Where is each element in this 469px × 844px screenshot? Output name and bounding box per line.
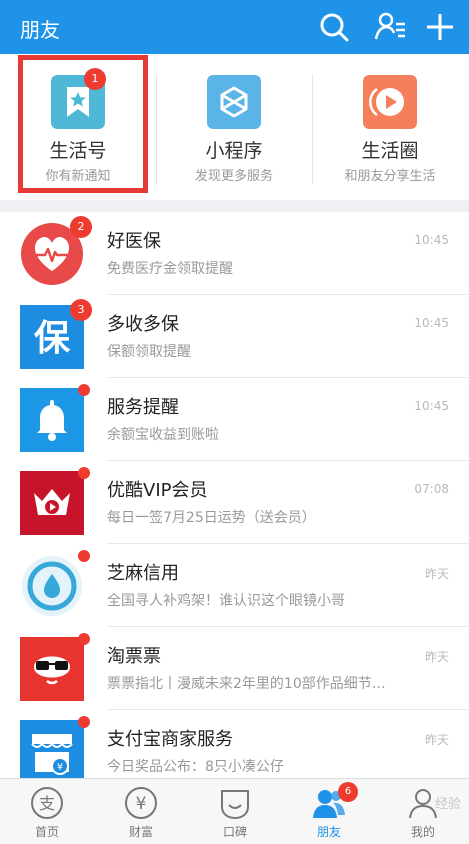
list-item[interactable]: 保 3 多收多保 保额领取提醒 10:45 bbox=[0, 295, 469, 378]
unread-dot bbox=[78, 716, 90, 728]
message-preview: 每日一签7月25日运势（送会员） bbox=[107, 510, 316, 526]
unread-dot bbox=[78, 467, 90, 479]
highlight-box bbox=[18, 55, 148, 193]
page-title: 朋友 bbox=[20, 18, 60, 42]
message-title: 好医保 bbox=[107, 231, 161, 252]
koubei-icon bbox=[221, 790, 249, 820]
play-circle-icon bbox=[363, 75, 417, 129]
alipay-home-icon: 支 bbox=[31, 787, 63, 819]
search-icon[interactable] bbox=[316, 9, 352, 45]
message-title: 芝麻信用 bbox=[107, 563, 179, 584]
top-bar: 朋友 bbox=[0, 0, 469, 54]
watermark: 经验 bbox=[434, 797, 461, 812]
unread-dot bbox=[78, 633, 90, 645]
list-item[interactable]: ¥ 支付宝商家服务 今日奖品公布：8只小凑公仔 昨天 bbox=[0, 710, 469, 778]
unread-badge: 6 bbox=[338, 782, 358, 802]
message-preview: 免费医疗金领取提醒 bbox=[107, 261, 233, 277]
unread-dot bbox=[78, 550, 90, 562]
mini-program-icon bbox=[207, 75, 261, 129]
add-icon[interactable] bbox=[422, 9, 458, 45]
yuan-icon: ¥ bbox=[125, 787, 157, 819]
tab-label: 口碑 bbox=[222, 825, 247, 839]
message-title: 优酷VIP会员 bbox=[107, 480, 208, 501]
section-gap bbox=[0, 200, 469, 212]
message-time: 10:45 bbox=[414, 399, 449, 413]
message-title: 支付宝商家服务 bbox=[107, 729, 233, 750]
tab-home[interactable]: 支 首页 bbox=[0, 779, 94, 844]
unread-dot bbox=[78, 384, 90, 396]
svg-text:¥: ¥ bbox=[136, 794, 147, 814]
tab-wealth[interactable]: ¥ 财富 bbox=[94, 779, 188, 844]
tab-label: 首页 bbox=[34, 825, 59, 839]
tab-label: 我的 bbox=[410, 825, 435, 839]
bottom-tab-bar: 支 首页 ¥ 财富 口碑 6 朋友 我的 bbox=[0, 778, 469, 844]
message-title: 淘票票 bbox=[107, 646, 161, 667]
tab-friends[interactable]: 6 朋友 bbox=[282, 779, 376, 844]
tab-koubei[interactable]: 口碑 bbox=[188, 779, 282, 844]
tab-label: 朋友 bbox=[316, 825, 341, 839]
svg-text:保: 保 bbox=[34, 318, 71, 359]
quick-item-label: 生活圈 bbox=[361, 140, 419, 162]
message-time: 昨天 bbox=[424, 650, 449, 664]
message-time: 昨天 bbox=[424, 733, 449, 747]
list-item[interactable]: 服务提醒 余额宝收益到账啦 10:45 bbox=[0, 378, 469, 461]
unread-badge: 2 bbox=[70, 216, 92, 238]
message-preview: 今日奖品公布：8只小凑公仔 bbox=[107, 759, 284, 775]
taopiaopiao-icon bbox=[20, 637, 84, 701]
list-item[interactable]: 淘票票 票票指北丨漫威未来2年里的10部作品细节… 昨天 bbox=[0, 627, 469, 710]
zhima-drop-icon bbox=[22, 556, 82, 616]
message-preview: 票票指北丨漫威未来2年里的10部作品细节… bbox=[107, 676, 386, 692]
svg-text:¥: ¥ bbox=[57, 762, 63, 773]
quick-item-desc: 和朋友分享生活 bbox=[344, 169, 436, 184]
message-time: 10:45 bbox=[414, 233, 449, 247]
message-preview: 全国寻人补鸡架！谁认识这个眼镜小哥 bbox=[107, 593, 345, 609]
merchant-store-icon: ¥ bbox=[20, 720, 84, 778]
quick-item-desc: 发现更多服务 bbox=[194, 169, 273, 184]
message-title: 多收多保 bbox=[107, 314, 179, 335]
contacts-icon[interactable] bbox=[372, 9, 408, 45]
message-preview: 余额宝收益到账啦 bbox=[107, 427, 219, 443]
tab-label: 财富 bbox=[128, 825, 153, 839]
message-time: 昨天 bbox=[424, 567, 449, 581]
message-list[interactable]: 2 好医保 免费医疗金领取提醒 10:45 保 3 多收多保 保额领取提醒 10… bbox=[0, 212, 469, 778]
message-time: 10:45 bbox=[414, 316, 449, 330]
bell-icon bbox=[20, 388, 84, 452]
unread-badge: 3 bbox=[70, 299, 92, 321]
list-item[interactable]: 优酷VIP会员 每日一签7月25日运势（送会员） 07:08 bbox=[0, 461, 469, 544]
youku-vip-icon bbox=[20, 471, 84, 535]
message-title: 服务提醒 bbox=[107, 397, 179, 418]
list-item[interactable]: 芝麻信用 全国寻人补鸡架！谁认识这个眼镜小哥 昨天 bbox=[0, 544, 469, 627]
svg-text:支: 支 bbox=[39, 794, 55, 813]
message-preview: 保额领取提醒 bbox=[107, 344, 191, 360]
list-item[interactable]: 2 好医保 免费医疗金领取提醒 10:45 bbox=[0, 212, 469, 295]
message-time: 07:08 bbox=[414, 482, 449, 496]
life-circle-entry[interactable]: 生活圈 和朋友分享生活 bbox=[312, 54, 468, 200]
mini-program-entry[interactable]: 小程序 发现更多服务 bbox=[156, 54, 312, 200]
quick-item-label: 小程序 bbox=[205, 140, 263, 162]
